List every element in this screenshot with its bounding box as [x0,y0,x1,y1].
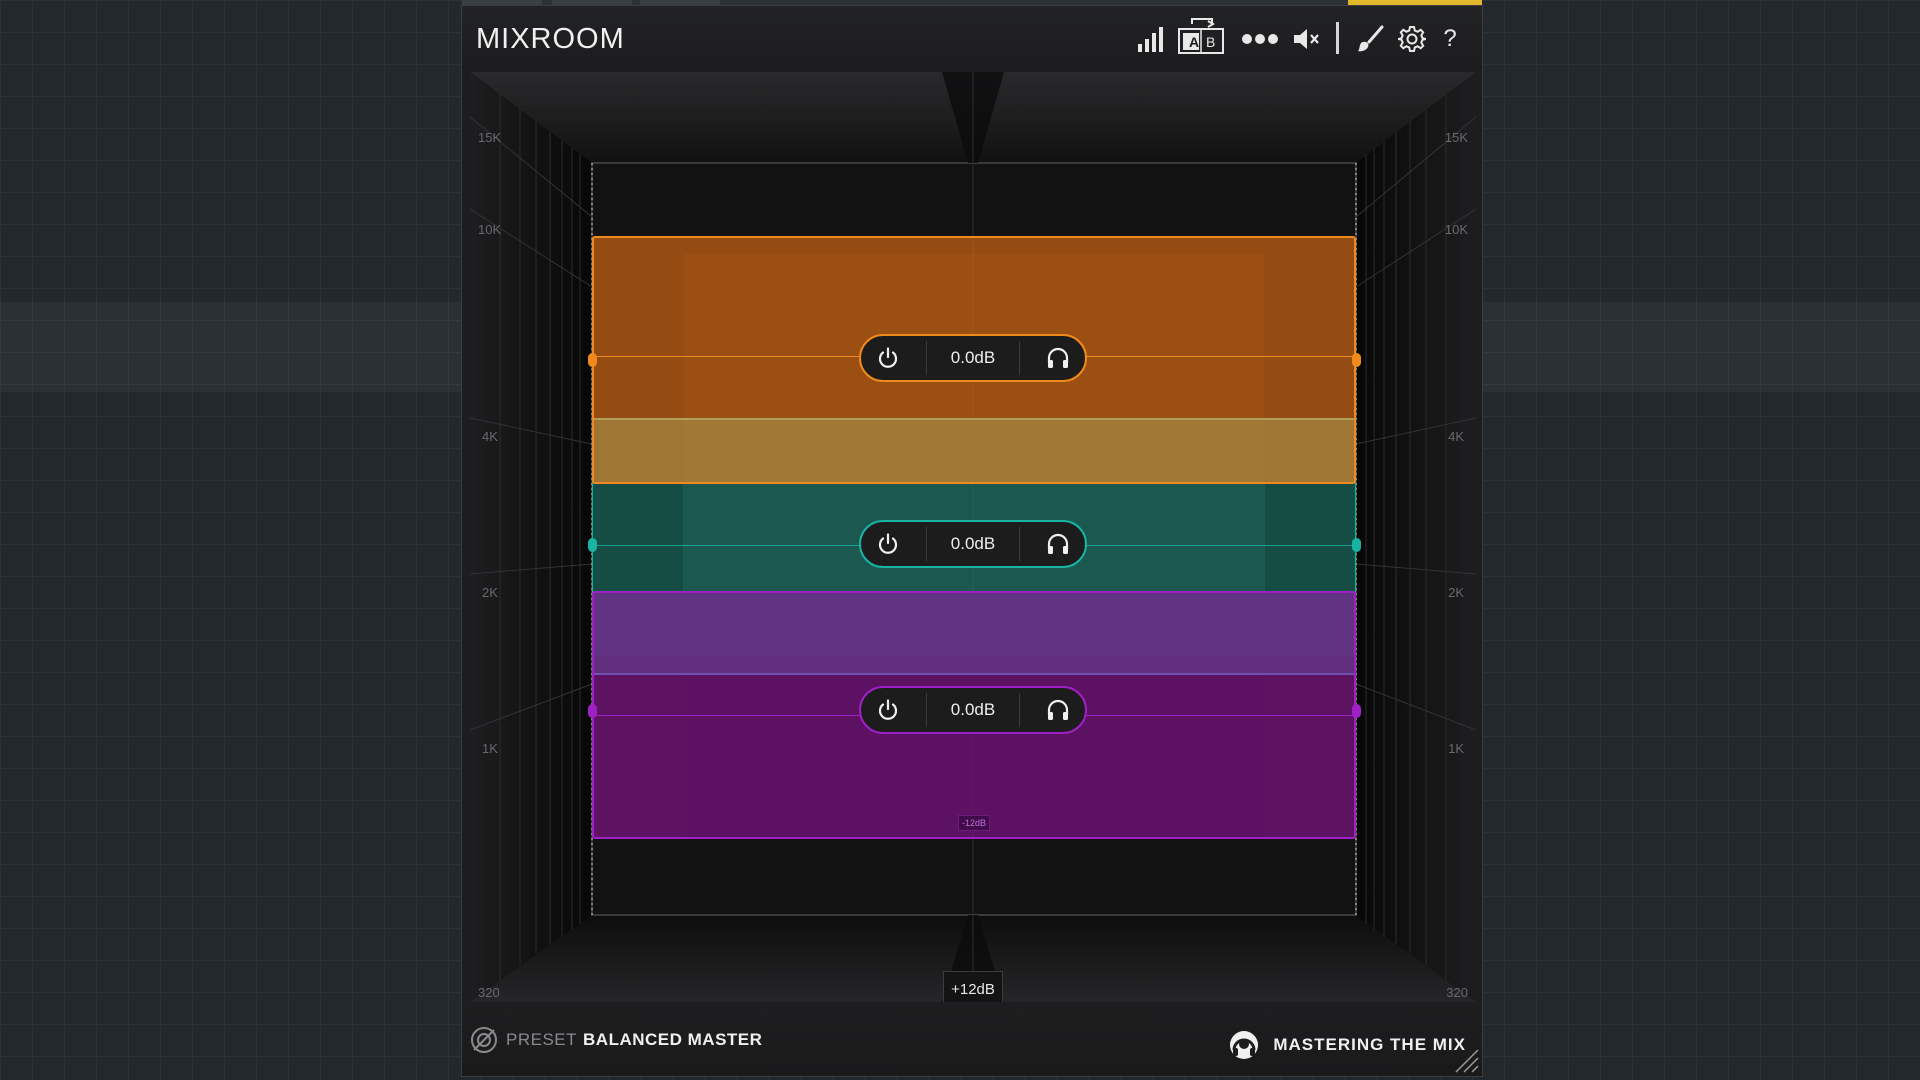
preset-selector[interactable]: PRESET BALANCED MASTER [470,1026,762,1054]
band-mid-control: 0.0dB [859,520,1087,568]
brand-name: MASTERING THE MIX [1273,1035,1466,1054]
band-high-left-handle[interactable] [588,353,597,367]
preset-disc-icon [470,1026,498,1054]
freq-label-left-2k: 2K [482,585,498,600]
band-high-right-handle[interactable] [1352,353,1361,367]
preset-prefix: PRESET [506,1030,578,1049]
toolbar-separator [1336,22,1339,54]
ab-a-label: A [1189,34,1200,50]
band-mid-right-handle[interactable] [1352,538,1361,552]
band-mid-left-handle[interactable] [588,538,597,552]
band-high-power-icon[interactable] [873,343,903,373]
band-low-left-handle[interactable] [588,704,597,718]
brand-logo-icon [1229,1030,1259,1060]
freq-label-left-10k: 10K [478,222,502,237]
freq-label-left-320: 320 [478,985,500,1000]
title-bar: MIXROOM A B ? [462,6,1482,70]
band-mid-solo-headphones-icon[interactable] [1043,529,1073,559]
band-high-gain[interactable]: 0.0dB [951,348,995,368]
preset-name: BALANCED MASTER [583,1030,763,1049]
band-mid-gain[interactable]: 0.0dB [951,534,995,554]
brand: MASTERING THE MIX [1229,1030,1466,1060]
meters-icon[interactable] [1134,24,1168,54]
band-high-solo-headphones-icon[interactable] [1043,343,1073,373]
freq-label-left-4k: 4K [482,429,498,444]
band-low-right-handle[interactable] [1352,704,1361,718]
band-low-solo-headphones-icon[interactable] [1043,695,1073,725]
freq-label-right-320: 320 [1446,985,1468,1000]
help-icon[interactable]: ? [1438,24,1462,54]
band-low-control: 0.0dB [859,686,1087,734]
freq-label-right-4k: 4K [1448,429,1464,444]
band-low-power-icon[interactable] [873,695,903,725]
footer-bar: PRESET BALANCED MASTER MASTERING THE MIX [462,1002,1482,1076]
room-visualizer[interactable]: 15K 10K 4K 2K 1K 320 15K 10K 4K 2K 1K 32… [470,72,1476,1002]
resize-handle-icon[interactable] [1452,1046,1480,1074]
band-low-gain[interactable]: 0.0dB [951,700,995,720]
plugin-window: MIXROOM A B ? 15K 10K 4K 2K 1K 320 15K 1… [461,5,1483,1077]
settings-icon[interactable] [1396,24,1428,54]
more-icon[interactable] [1240,24,1280,54]
brush-icon[interactable] [1354,24,1386,54]
mute-icon[interactable] [1290,24,1322,54]
freq-label-left-15k: 15K [478,130,502,145]
band-low-floor-marker: -12dB [957,815,991,831]
gain-range-readout[interactable]: +12dB [943,971,1003,1002]
band-high-control: 0.0dB [859,334,1087,382]
app-title: MIXROOM [476,23,625,55]
ab-b-label: B [1206,34,1216,50]
band-mid-power-icon[interactable] [873,529,903,559]
ab-compare-icon[interactable]: A B [1176,16,1226,56]
freq-label-left-1k: 1K [482,741,498,756]
freq-label-right-1k: 1K [1448,741,1464,756]
freq-label-right-15k: 15K [1444,130,1468,145]
freq-label-right-10k: 10K [1444,222,1468,237]
freq-label-right-2k: 2K [1448,585,1464,600]
